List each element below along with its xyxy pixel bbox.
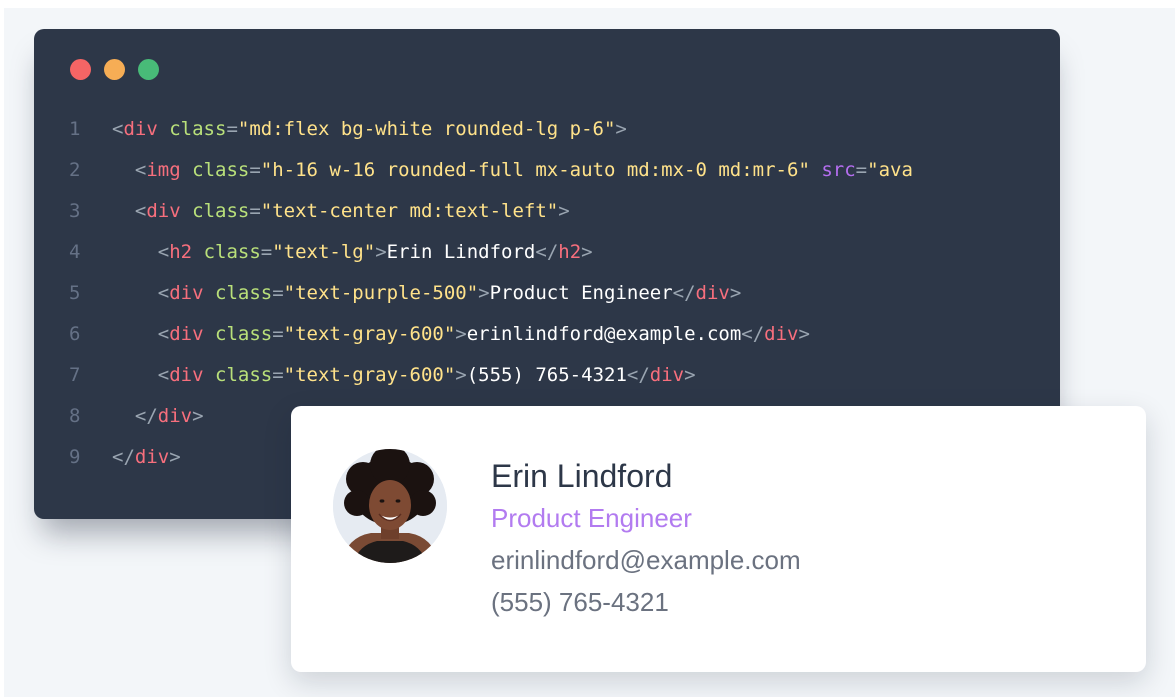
line-number: 5 (69, 282, 81, 304)
code-line-2: 2 <img class="h-16 w-16 rounded-full mx-… (34, 157, 1060, 198)
code-line-3: 3 <div class="text-center md:text-left"> (34, 198, 1060, 239)
profile-phone[interactable]: (555) 765-4321 (491, 586, 801, 618)
code-text: <div class="text-gray-600">(555) 765-432… (157, 364, 696, 386)
code-text: <div class="text-center md:text-left"> (134, 200, 570, 222)
profile-role: Product Engineer (491, 503, 692, 533)
code-text: <div class="md:flex bg-white rounded-lg … (112, 118, 627, 140)
line-number: 6 (69, 323, 81, 345)
code-line-7: 7 <div class="text-gray-600">(555) 765-4… (34, 362, 1060, 403)
code-text: <h2 class="text-lg">Erin Lindford</h2> (157, 241, 593, 263)
line-number: 7 (69, 364, 81, 386)
code-text: </div> (112, 446, 181, 468)
profile-details: Erin Lindford Product Engineer erinlindf… (491, 456, 801, 618)
line-number: 2 (69, 159, 81, 181)
line-number: 8 (69, 405, 81, 427)
minimize-dot-icon[interactable] (104, 59, 125, 80)
code-line-4: 4 <h2 class="text-lg">Erin Lindford</h2> (34, 239, 1060, 280)
code-text: <div class="text-gray-600">erinlindford@… (157, 323, 810, 345)
code-line-5: 5 <div class="text-purple-500">Product E… (34, 280, 1060, 321)
line-number: 9 (69, 446, 81, 468)
profile-name: Erin Lindford (491, 458, 673, 494)
code-text: <img class="h-16 w-16 rounded-full mx-au… (134, 159, 913, 181)
code-line-1: 1 <div class="md:flex bg-white rounded-l… (34, 116, 1060, 157)
avatar-portrait-icon (333, 449, 447, 563)
code-text: </div> (134, 405, 204, 427)
profile-card: Erin Lindford Product Engineer erinlindf… (291, 406, 1146, 672)
window-controls (70, 59, 159, 80)
code-text: <div class="text-purple-500">Product Eng… (157, 282, 742, 304)
line-number: 4 (69, 241, 81, 263)
close-dot-icon[interactable] (70, 59, 91, 80)
line-number: 1 (69, 118, 81, 140)
profile-email[interactable]: erinlindford@example.com (491, 544, 801, 576)
line-number: 3 (69, 200, 81, 222)
maximize-dot-icon[interactable] (138, 59, 159, 80)
code-line-6: 6 <div class="text-gray-600">erinlindfor… (34, 321, 1060, 362)
